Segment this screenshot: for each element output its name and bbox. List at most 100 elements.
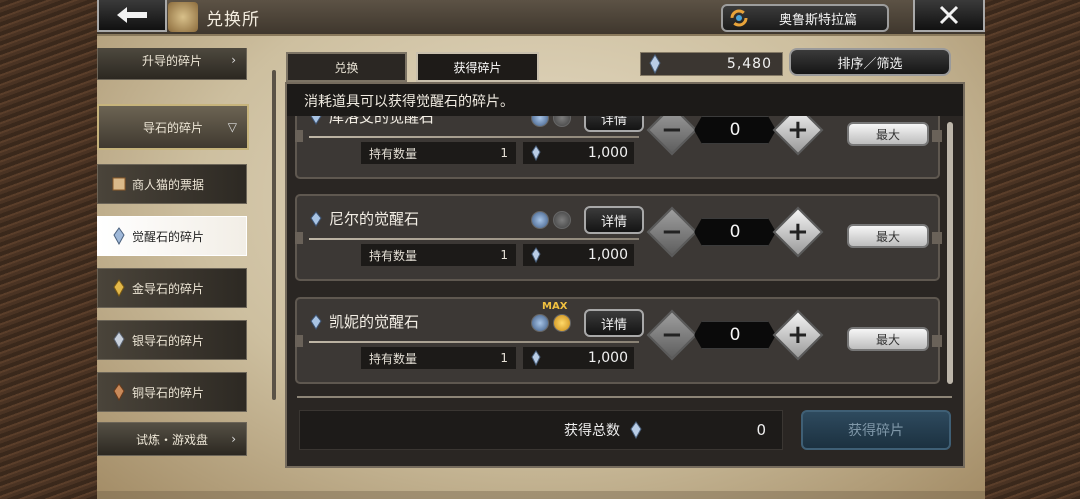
- divider: [309, 136, 639, 138]
- quantity-stepper: − 0 +: [646, 206, 824, 258]
- chapter-switch-button[interactable]: 奥鲁斯特拉篇: [721, 4, 889, 32]
- divider: [309, 341, 639, 343]
- get-fragments-label: 获得碎片: [848, 423, 904, 439]
- sidebar: 升导的碎片 › 导石的碎片 ▽ 商人猫的票据 觉醒石的碎片 金导石的碎片 银导石…: [97, 48, 277, 498]
- sidebar-item-label: 觉醒石的碎片: [132, 229, 205, 244]
- crystal-icon: [310, 116, 322, 125]
- sidebar-item-awakening-fragments[interactable]: 觉醒石的碎片: [97, 216, 247, 256]
- total-bar: 获得总数 0: [299, 410, 783, 450]
- row-ornament: [932, 130, 942, 142]
- total-value: 0: [756, 421, 766, 439]
- crystal-icon: [649, 54, 661, 74]
- get-fragments-button[interactable]: 获得碎片: [801, 410, 951, 450]
- sidebar-scrollbar[interactable]: [272, 70, 276, 400]
- detail-button[interactable]: 详情: [584, 309, 644, 337]
- close-icon: [939, 5, 959, 25]
- tab-label: 获得碎片: [453, 60, 502, 75]
- increase-button[interactable]: +: [772, 206, 824, 258]
- max-button[interactable]: 最大: [847, 122, 929, 146]
- back-button[interactable]: [97, 0, 167, 32]
- plus-icon: +: [787, 319, 809, 350]
- chevron-right-icon: ›: [231, 432, 236, 446]
- left-frame: [0, 0, 97, 499]
- decrease-button[interactable]: −: [646, 206, 698, 258]
- crystal-icon: [630, 421, 642, 439]
- close-button[interactable]: [913, 0, 985, 32]
- crystal-icon: [310, 210, 322, 227]
- price-value: 1,000: [587, 350, 628, 366]
- price-display: 1,000: [523, 244, 634, 266]
- quantity-value: 0: [694, 321, 776, 349]
- sidebar-item-label: 铜导石的碎片: [132, 385, 205, 400]
- ticket-icon: [112, 177, 126, 191]
- crystal-icon: [113, 227, 125, 245]
- currency-display: 5,480: [640, 52, 783, 76]
- tab-exchange[interactable]: 兑换: [286, 52, 407, 82]
- upgrade-badge-icon: [553, 314, 571, 332]
- item-name: 尼尔的觉醒石: [329, 210, 420, 228]
- decrease-button[interactable]: −: [646, 309, 698, 361]
- detail-button[interactable]: 详情: [584, 116, 644, 132]
- increase-button[interactable]: +: [772, 309, 824, 361]
- silver-crystal-icon: [113, 331, 125, 349]
- quantity-stepper: − 0 +: [646, 309, 824, 361]
- sidebar-item-label: 银导石的碎片: [132, 333, 205, 348]
- gold-crystal-icon: [113, 279, 125, 297]
- detail-label: 详情: [600, 214, 627, 230]
- crystal-icon: [531, 247, 541, 263]
- price-display: 1,000: [523, 142, 634, 164]
- row-ornament: [295, 232, 303, 244]
- plus-icon: +: [787, 116, 809, 145]
- refresh-icon: [730, 9, 748, 27]
- divider: [309, 238, 639, 240]
- currency-value: 5,480: [726, 56, 772, 72]
- sidebar-item-silver-fragments[interactable]: 银导石的碎片: [97, 320, 247, 360]
- awakening-badge-icon: [531, 116, 549, 127]
- max-label: 最大: [875, 127, 900, 142]
- max-tag: MAX: [542, 301, 568, 312]
- sidebar-item-label: 试炼・游戏盘: [135, 432, 208, 447]
- sidebar-item-gold-fragments[interactable]: 金导石的碎片: [97, 268, 247, 308]
- max-button[interactable]: 最大: [847, 224, 929, 248]
- bronze-crystal-icon: [113, 383, 125, 401]
- scrollbar-thumb[interactable]: [947, 122, 953, 384]
- row-ornament: [932, 232, 942, 244]
- tab-get-fragments[interactable]: 获得碎片: [416, 52, 539, 82]
- row-ornament: [295, 335, 303, 347]
- upgrade-badge-icon: [553, 211, 571, 229]
- decrease-button[interactable]: −: [646, 116, 698, 156]
- minus-icon: −: [661, 319, 683, 350]
- quantity-value: 0: [694, 116, 776, 144]
- sidebar-item-label: 商人猫的票据: [132, 177, 205, 192]
- crystal-icon: [531, 350, 541, 366]
- minus-icon: −: [661, 216, 683, 247]
- sidebar-category-guide-stone[interactable]: 导石的碎片 ▽: [97, 104, 249, 150]
- crystal-icon: [531, 145, 541, 161]
- item-list[interactable]: 库洛艾的觉醒石 详情 持有数量 1 1,000 − 0 + 最大 尼尔的觉醒石: [295, 116, 945, 392]
- list-scrollbar[interactable]: [947, 122, 953, 384]
- max-button[interactable]: 最大: [847, 327, 929, 351]
- detail-button[interactable]: 详情: [584, 206, 644, 234]
- sidebar-item-upgrade-fragments[interactable]: 升导的碎片 ›: [97, 48, 247, 80]
- crystal-icon: [310, 313, 322, 330]
- increase-button[interactable]: +: [772, 116, 824, 156]
- quantity-stepper: − 0 +: [646, 116, 824, 156]
- item-name: 凯妮的觉醒石: [329, 313, 420, 331]
- price-display: 1,000: [523, 347, 634, 369]
- price-value: 1,000: [587, 247, 628, 263]
- sidebar-item-bronze-fragments[interactable]: 铜导石的碎片: [97, 372, 247, 412]
- upgrade-badge-icon: [553, 116, 571, 127]
- awakening-badge-icon: [531, 211, 549, 229]
- owned-value: 1: [500, 351, 508, 365]
- owned-label: 持有数量: [369, 351, 418, 366]
- owned-label: 持有数量: [369, 248, 418, 263]
- sort-filter-button[interactable]: 排序／筛选: [789, 48, 951, 76]
- list-item: 尼尔的觉醒石 详情 持有数量 1 1,000 − 0 + 最大: [295, 194, 942, 281]
- sidebar-item-trial-board[interactable]: 试炼・游戏盘 ›: [97, 422, 247, 456]
- sidebar-item-merchant-tickets[interactable]: 商人猫的票据: [97, 164, 247, 204]
- max-label: 最大: [875, 332, 900, 347]
- owned-value: 1: [500, 248, 508, 262]
- chevron-down-icon: ▽: [227, 120, 237, 134]
- owned-count: 持有数量 1: [361, 142, 516, 164]
- hint-text: 消耗道具可以获得觉醒石的碎片。: [287, 84, 963, 116]
